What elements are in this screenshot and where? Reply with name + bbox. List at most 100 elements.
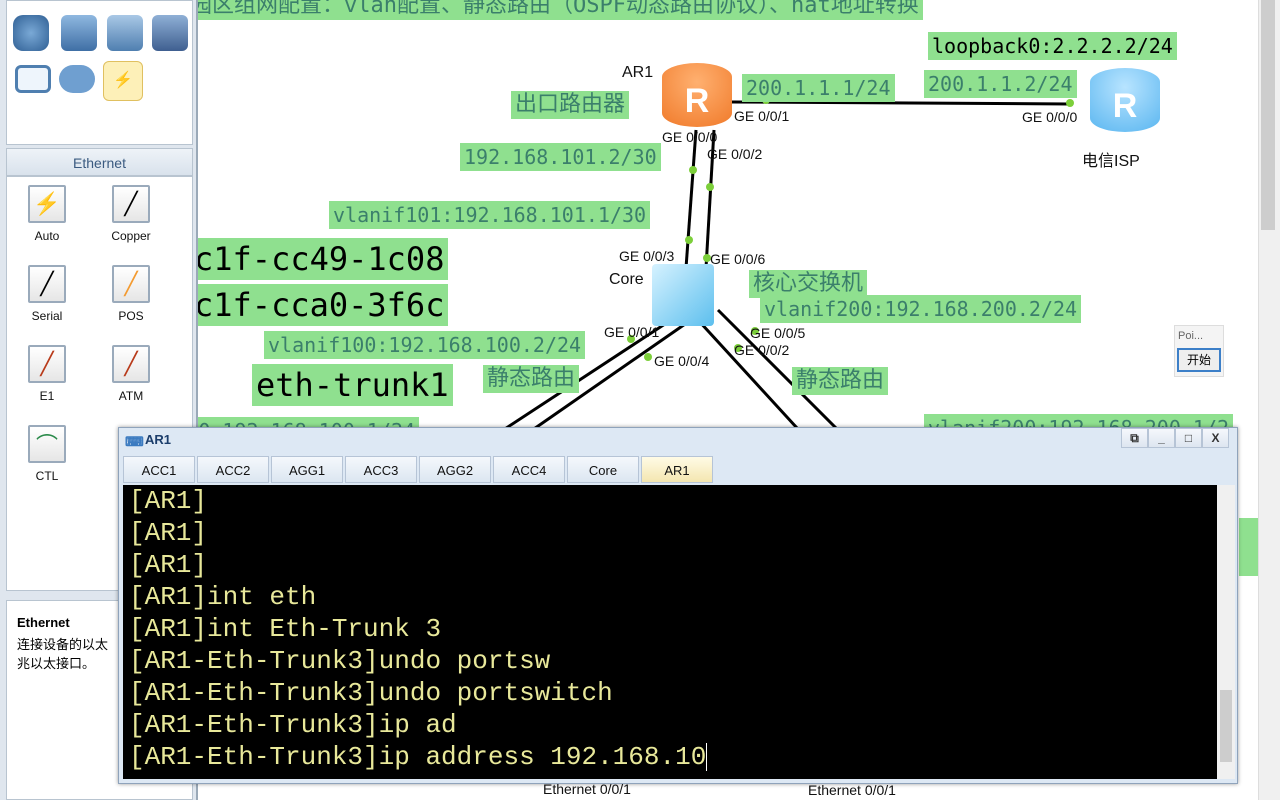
link-ar1-isp: [731, 100, 1071, 106]
topology-title: 园区组网配置：vlan配置、静态路由（OSPF动态路由协议）、nat地址转换: [198, 0, 923, 20]
section-title: Ethernet: [6, 148, 193, 176]
label-static-route-2: 静态路由: [792, 367, 889, 395]
label-vlanif200-2: vlanif200:192.168.200.2/24: [760, 295, 1082, 323]
label-exit-router: 出口路由器: [511, 91, 630, 119]
router-ar1[interactable]: R: [662, 63, 732, 127]
link-ar1-core-1: [684, 129, 698, 269]
popup-widget: Poi... 开始: [1174, 325, 1224, 377]
port-dot: [644, 353, 652, 361]
switch-core[interactable]: [652, 264, 714, 326]
tab-ar1[interactable]: AR1: [641, 456, 713, 483]
cloud-icon[interactable]: [59, 65, 95, 93]
port-label: GE 0/0/2: [734, 342, 790, 358]
maximize-button[interactable]: □: [1175, 428, 1202, 448]
port-label: GE 0/0/3: [619, 248, 675, 264]
port-dot: [685, 236, 693, 244]
serial-cable-icon: ╱: [28, 265, 66, 303]
cable-label: POS: [118, 309, 144, 323]
console-line: [AR1]int Eth-Trunk 3: [129, 614, 442, 644]
port-label: GE 0/0/4: [654, 353, 710, 369]
auto-cable-icon[interactable]: ⚡: [103, 61, 143, 101]
minimize-button[interactable]: _: [1148, 428, 1175, 448]
port-label: GE 0/0/5: [750, 325, 806, 341]
cable-auto[interactable]: ⚡ Auto: [17, 185, 77, 243]
cable-serial[interactable]: ╱ Serial: [17, 265, 77, 323]
cable-ctl[interactable]: ⌒ CTL: [17, 425, 77, 483]
console-line: [AR1-Eth-Trunk3]ip ad: [129, 710, 457, 740]
start-button[interactable]: 开始: [1177, 348, 1221, 372]
cable-label: Auto: [34, 229, 60, 243]
label-vlanif100-2: vlanif100:192.168.100.2/24: [264, 331, 586, 359]
port-label: GE 0/0/0: [662, 129, 718, 145]
console-line: [AR1]: [129, 550, 208, 580]
tab-core[interactable]: Core: [567, 456, 639, 483]
cable-pos[interactable]: ╱ POS: [101, 265, 161, 323]
tab-agg2[interactable]: AGG2: [419, 456, 491, 483]
pos-cable-icon: ╱: [112, 265, 150, 303]
cable-atm[interactable]: ╱ ATM: [101, 345, 161, 403]
device-label-core: Core: [609, 271, 644, 288]
e1-cable-icon: ╱: [28, 345, 66, 383]
tab-agg1[interactable]: AGG1: [271, 456, 343, 483]
cable-e1[interactable]: ╱ E1: [17, 345, 77, 403]
label-core-switch: 核心交换机: [749, 270, 868, 298]
scrollbar-thumb[interactable]: [1261, 0, 1275, 230]
cable-label: Serial: [31, 309, 63, 323]
restore-button[interactable]: ⧉: [1121, 428, 1148, 448]
router-icon[interactable]: [13, 15, 49, 51]
scrollbar-thumb[interactable]: [1220, 690, 1232, 762]
window-title: AR1: [145, 432, 172, 447]
port-dot: [689, 166, 697, 174]
port-label: GE 0/0/6: [710, 251, 766, 267]
cable-label: E1: [39, 389, 55, 403]
canvas-scrollbar[interactable]: [1258, 0, 1280, 800]
wireless-icon[interactable]: [107, 15, 143, 51]
cable-copper[interactable]: ╱ Copper: [101, 185, 161, 243]
console-line: [AR1]: [129, 518, 208, 548]
label-loopback: loopback0:2.2.2.2/24: [928, 32, 1177, 60]
terminal-window: ⌨ AR1 ⧉ _ □ X ACC1 ACC2 AGG1 ACC3 AGG2 A…: [118, 427, 1238, 784]
terminal-console[interactable]: [AR1] [AR1] [AR1] [AR1]int eth [AR1]int …: [123, 485, 1235, 779]
console-line: [AR1-Eth-Trunk3]ip address 192.168.10: [129, 742, 707, 772]
label-mac1: c1f-cc49-1c08: [198, 238, 449, 280]
tab-acc4[interactable]: ACC4: [493, 456, 565, 483]
window-titlebar[interactable]: ⌨ AR1 ⧉ _ □ X: [119, 428, 1237, 454]
text-cursor: [706, 743, 708, 772]
console-line: [AR1-Eth-Trunk3]undo portsw: [129, 646, 551, 676]
tab-acc1[interactable]: ACC1: [123, 456, 195, 483]
ctl-cable-icon: ⌒: [28, 425, 66, 463]
firewall-icon[interactable]: [152, 15, 188, 51]
device-palette: ⚡: [6, 0, 193, 145]
cable-label: CTL: [35, 469, 59, 483]
label-ar1-down: 192.168.101.2/30: [460, 143, 661, 171]
device-tabs: ACC1 ACC2 AGG1 ACC3 AGG2 ACC4 Core AR1: [123, 456, 715, 483]
pc-icon[interactable]: [15, 65, 51, 93]
console-line: [AR1-Eth-Trunk3]undo portswitch: [129, 678, 613, 708]
tab-acc3[interactable]: ACC3: [345, 456, 417, 483]
device-label-ar1: AR1: [622, 64, 654, 81]
console-line: [AR1]: [129, 486, 208, 516]
port-label: GE 0/0/1: [734, 108, 790, 124]
port-label: GE 0/0/2: [707, 146, 763, 162]
label-eth-trunk1: eth-trunk1: [252, 364, 453, 406]
port-label: Ethernet 0/0/1: [808, 782, 896, 798]
close-button[interactable]: X: [1202, 428, 1229, 448]
console-scrollbar[interactable]: [1217, 485, 1235, 779]
popup-title: Poi...: [1178, 330, 1204, 342]
label-static-route-1: 静态路由: [483, 365, 580, 393]
port-dot: [706, 183, 714, 191]
label-isp-ip: 200.1.1.2/24: [924, 70, 1077, 98]
tab-acc2[interactable]: ACC2: [197, 456, 269, 483]
terminal-icon: ⌨: [125, 434, 144, 449]
label-vlanif101: vlanif101:192.168.101.1/30: [329, 201, 651, 229]
router-isp[interactable]: R: [1090, 68, 1160, 132]
port-label: GE 0/0/1: [604, 324, 660, 340]
label-ar1-ip: 200.1.1.1/24: [742, 74, 895, 102]
device-label-isp: 电信ISP: [1082, 153, 1140, 170]
label-mac2: c1f-cca0-3f6c: [198, 284, 449, 326]
port-dot: [1066, 99, 1074, 107]
label-fragment: [1239, 518, 1258, 576]
console-input-line[interactable]: [AR1-Eth-Trunk3]ip address 192.168.10: [129, 741, 1235, 773]
switch-icon[interactable]: [61, 15, 97, 51]
cable-label: ATM: [118, 389, 144, 403]
